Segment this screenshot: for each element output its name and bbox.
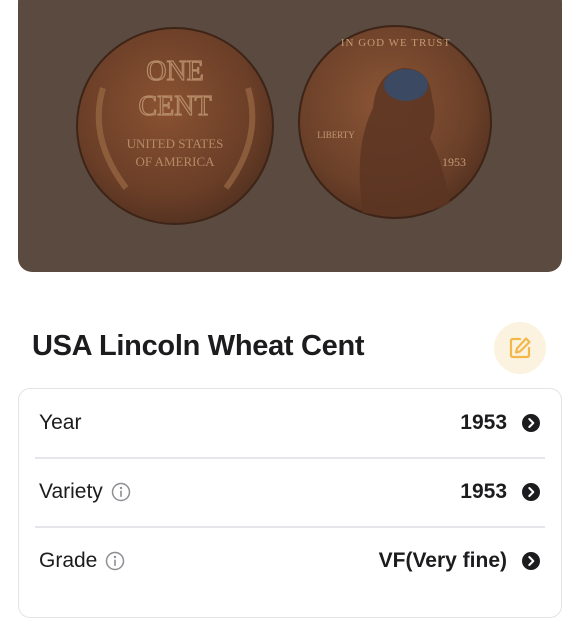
detail-row-year[interactable]: Year 1953 <box>19 389 561 457</box>
detail-label: Grade <box>39 549 125 573</box>
detail-label: Year <box>39 411 81 435</box>
detail-label-text: Variety <box>39 480 103 503</box>
detail-value: 1953 <box>460 411 507 434</box>
detail-value: VF(Very fine) <box>378 549 507 572</box>
coin-reverse-line4: OF AMERICA <box>135 154 215 169</box>
detail-label-text: Grade <box>39 549 98 572</box>
coin-obverse-year: 1953 <box>442 155 466 169</box>
coin-obverse: IN GOD WE TRUST LIBERTY 1953 <box>298 25 492 219</box>
coin-reverse-line2: CENT <box>138 91 211 122</box>
coin-obverse-liberty: LIBERTY <box>317 130 355 140</box>
title-row: USA Lincoln Wheat Cent <box>32 322 562 374</box>
chevron-right-circle-icon <box>522 552 540 570</box>
coin-reverse-line3: UNITED STATES <box>127 136 224 151</box>
coin-image: ONE CENT UNITED STATES OF AMERICA IN GOD… <box>76 25 492 225</box>
detail-label-text: Year <box>39 411 82 434</box>
coin-photo[interactable]: ONE CENT UNITED STATES OF AMERICA IN GOD… <box>18 0 562 272</box>
chevron-right-circle-icon <box>522 483 540 501</box>
edit-pencil-icon <box>509 337 531 359</box>
coin-title: USA Lincoln Wheat Cent <box>32 330 365 362</box>
info-circle-icon[interactable] <box>111 482 131 502</box>
coin-obverse-motto: IN GOD WE TRUST <box>341 37 451 49</box>
detail-row-grade[interactable]: Grade VF(Very fine) <box>19 527 561 595</box>
coin-reverse-line1: ONE <box>146 56 204 87</box>
detail-value: 1953 <box>460 480 507 503</box>
edit-button[interactable] <box>494 322 546 374</box>
detail-row-variety[interactable]: Variety 1953 <box>19 458 561 526</box>
coin-reverse: ONE CENT UNITED STATES OF AMERICA <box>76 27 274 225</box>
chevron-right-circle-icon <box>522 414 540 432</box>
info-circle-icon[interactable] <box>105 551 125 571</box>
details-card: Year 1953 Variety 1953 Grade VF(Very fin… <box>18 388 562 618</box>
detail-label: Variety <box>39 480 131 504</box>
